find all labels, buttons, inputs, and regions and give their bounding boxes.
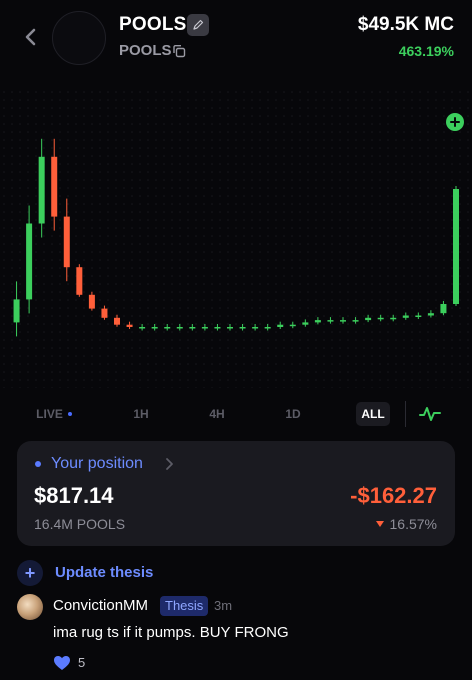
candle-body	[402, 315, 409, 318]
candle-body	[13, 299, 20, 323]
candle-body	[352, 320, 359, 322]
candle-body	[227, 327, 233, 329]
candle-body	[365, 317, 372, 321]
candle-body	[38, 156, 45, 224]
comment-text: ima rug ts if it pumps. BUY FRONG	[53, 624, 289, 641]
candle-body	[176, 327, 183, 329]
market-cap-change: 463.19%	[398, 43, 454, 59]
chart-grid	[0, 88, 472, 388]
position-dot-icon	[35, 461, 41, 467]
candle-body	[88, 294, 95, 309]
candle-body	[101, 308, 108, 318]
position-amount: 16.4M POOLS	[34, 516, 126, 532]
range-live[interactable]: LIVE	[30, 402, 78, 426]
candle-body	[51, 156, 58, 217]
time-range-selector: LIVE 1H 4H 1D ALL	[0, 396, 472, 432]
candle-body	[126, 324, 133, 327]
update-thesis-button[interactable]: + Update thesis	[17, 560, 217, 586]
update-thesis-label: Update thesis	[55, 564, 154, 581]
copy-icon[interactable]	[172, 44, 186, 58]
pnl-percent: 16.57%	[375, 516, 437, 532]
candle-body	[314, 320, 321, 323]
candle-body	[114, 317, 120, 325]
candle-body	[453, 189, 459, 304]
candle-body	[340, 320, 346, 322]
down-triangle-icon	[375, 521, 384, 527]
candle-body	[189, 327, 196, 329]
pencil-icon[interactable]	[187, 14, 209, 36]
pnl-percent-text: 16.57%	[389, 516, 437, 532]
token-ticker: POOLS	[119, 42, 172, 59]
range-4h[interactable]: 4H	[200, 402, 234, 426]
candle-body	[239, 327, 246, 329]
candle-body	[415, 315, 422, 317]
price-chart[interactable]	[0, 88, 472, 388]
candle-body	[252, 327, 259, 329]
comment-time: 3m	[214, 598, 233, 613]
candle-body	[76, 267, 83, 295]
candle-body	[63, 216, 70, 268]
price-chart-svg[interactable]	[0, 88, 472, 388]
candle-body	[26, 223, 33, 300]
avatar[interactable]	[17, 594, 43, 620]
heart-icon[interactable]	[53, 655, 71, 671]
candle-body	[302, 322, 309, 325]
latest-price-marker[interactable]	[446, 113, 464, 131]
thesis-badge: Thesis	[160, 596, 209, 616]
candle-body	[390, 317, 397, 320]
token-avatar	[52, 11, 106, 65]
candle-body	[289, 324, 296, 327]
candle-body	[164, 327, 171, 329]
range-1d[interactable]: 1D	[276, 402, 310, 426]
position-title: Your position	[51, 455, 143, 472]
candle-body	[327, 320, 334, 322]
candle-body	[201, 327, 208, 329]
range-divider	[405, 401, 406, 427]
candle-body	[139, 327, 146, 329]
candle-body	[214, 327, 221, 329]
candle-body	[427, 313, 434, 316]
candle-body	[440, 304, 447, 314]
candle-body	[277, 324, 284, 327]
candle-body	[151, 327, 158, 329]
candle-body	[377, 317, 384, 320]
token-name: POOLS	[119, 14, 187, 35]
chevron-right-icon	[164, 457, 174, 471]
range-1h[interactable]: 1H	[124, 402, 158, 426]
range-all[interactable]: ALL	[356, 402, 390, 426]
position-card[interactable]: Your position $817.14 16.4M POOLS -$162.…	[17, 441, 455, 546]
market-cap: $49.5K MC	[357, 14, 454, 35]
back-chevron-icon[interactable]	[20, 24, 42, 50]
comment-username[interactable]: ConvictionMM	[53, 597, 148, 614]
pulse-line-icon[interactable]	[419, 404, 441, 424]
token-header: POOLS POOLS $49.5K MC 463.19%	[0, 0, 472, 80]
range-live-label: LIVE	[36, 407, 63, 421]
candle-body	[264, 327, 271, 329]
position-value: $817.14	[34, 483, 114, 508]
live-dot-icon	[67, 412, 72, 416]
pnl-value: -$162.27	[350, 483, 437, 508]
like-count: 5	[78, 655, 86, 670]
comment-item: ConvictionMM Thesis 3m ima rug ts if it …	[17, 592, 457, 676]
plus-icon: +	[17, 560, 43, 586]
